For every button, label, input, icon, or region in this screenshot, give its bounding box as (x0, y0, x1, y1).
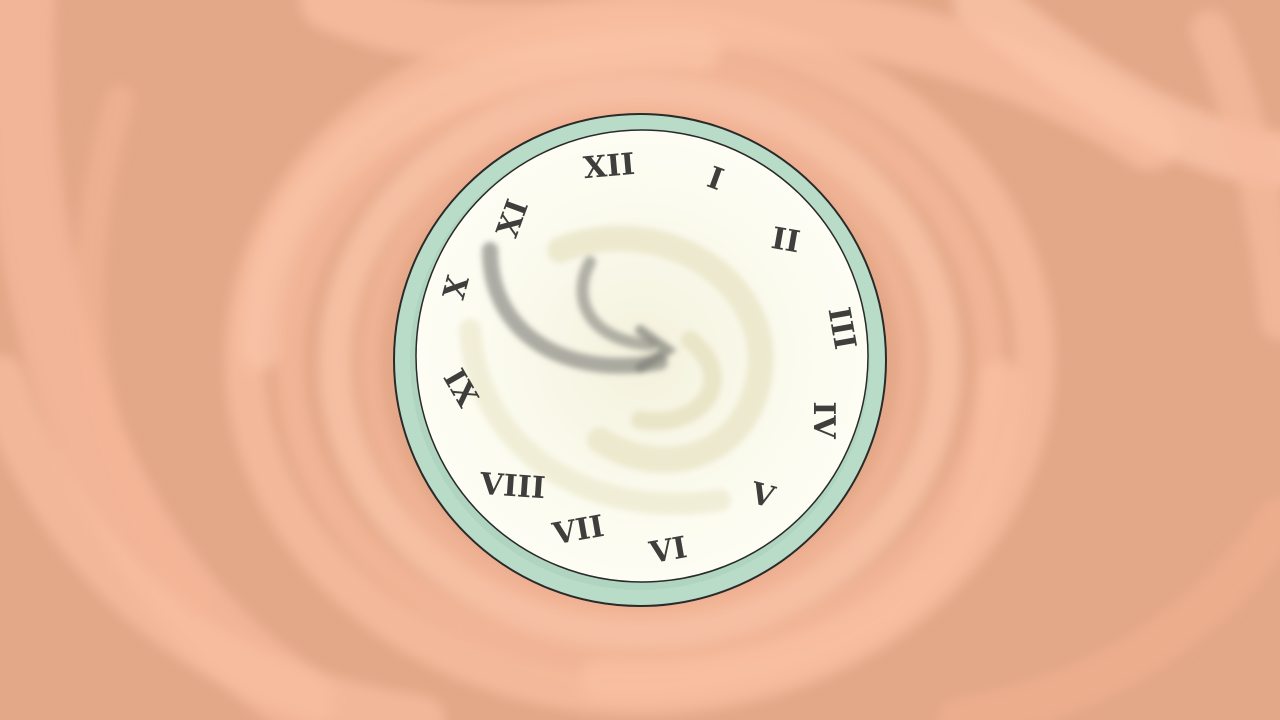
numeral-ii: II (769, 221, 803, 260)
numeral-viii: VIII (478, 467, 547, 507)
numeral-xii: XII (582, 147, 636, 186)
numeral-iii: III (820, 305, 862, 353)
swirl-background: XII I II III IV V VI VII VIII IX X XI (0, 0, 1280, 720)
numeral-vi: VI (646, 530, 690, 571)
swirl-clock-scene: XII I II III IV V VI VII VIII IX X XI (0, 0, 1280, 720)
numeral-iv: IV (806, 401, 841, 439)
